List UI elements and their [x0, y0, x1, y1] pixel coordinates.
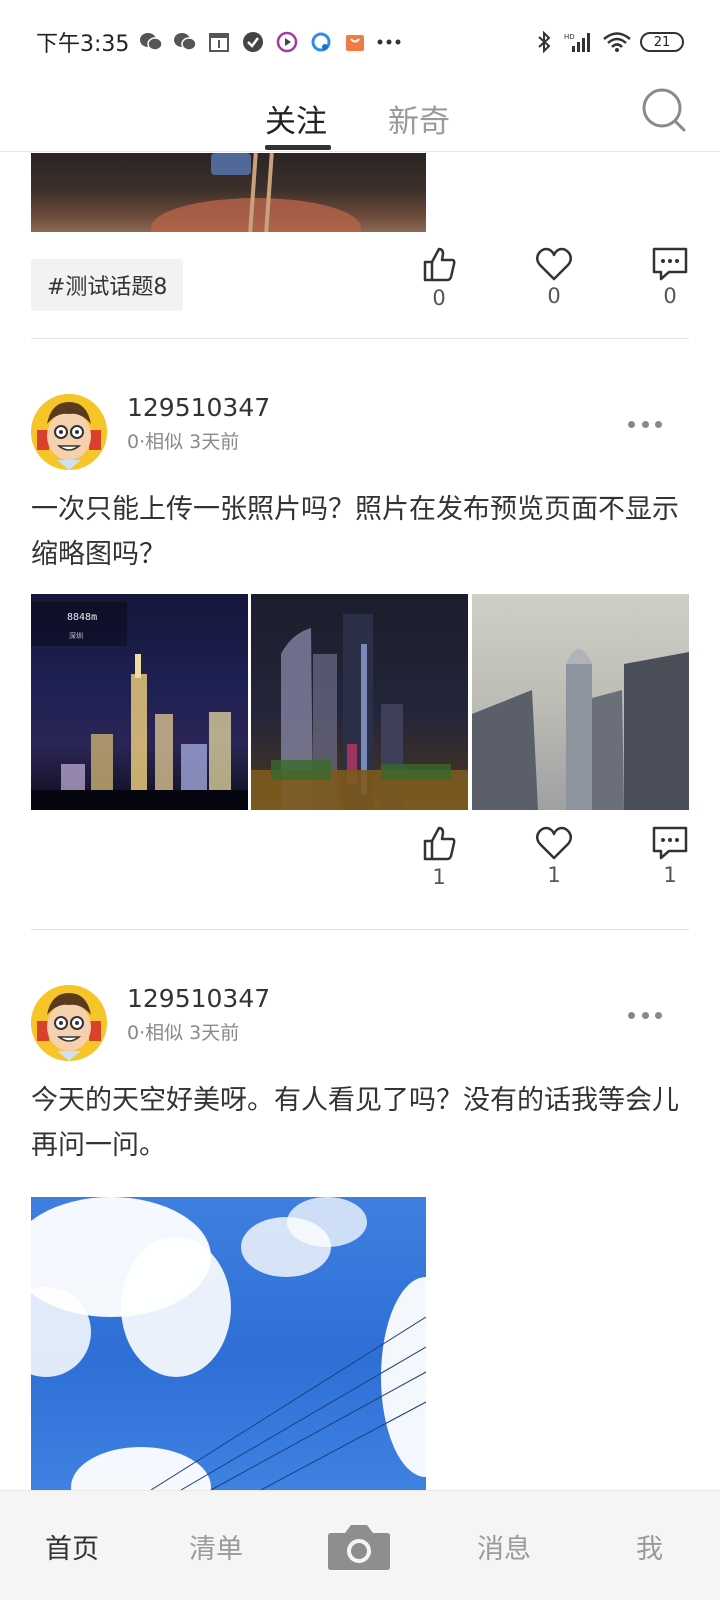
like-button[interactable]: 0 — [409, 246, 469, 310]
thumbs-up-icon — [423, 826, 456, 861]
svg-text:HD: HD — [564, 33, 575, 41]
heart-icon — [536, 826, 572, 860]
nav-me[interactable]: 我 — [636, 1491, 663, 1600]
signal-icon: HD — [564, 30, 594, 54]
post-text: 今天的天空好美呀。有人看见了吗？没有的话我等会儿再问一问。 — [31, 1085, 679, 1161]
top-tab-bar: 关注 新奇 — [0, 84, 720, 152]
more-options-button[interactable] — [628, 1008, 662, 1022]
post-photo[interactable] — [472, 594, 689, 810]
status-time: 下午3:35 — [36, 32, 130, 57]
username[interactable]: 129510347 — [127, 984, 270, 1013]
username[interactable]: 129510347 — [127, 393, 270, 422]
avatar[interactable] — [31, 394, 107, 470]
avatar-illustration — [31, 394, 107, 470]
svg-text:深圳: 深圳 — [69, 631, 83, 640]
post-divider — [31, 338, 689, 339]
nav-messages[interactable]: 消息 — [477, 1491, 531, 1600]
nav-label: 清单 — [189, 1533, 243, 1565]
city-fog-photo — [472, 649, 689, 810]
more-icon — [628, 1011, 635, 1019]
status-indicators: HD 21 — [532, 30, 684, 54]
battery-level: 21 — [653, 34, 671, 50]
favorite-button[interactable]: 0 — [524, 246, 584, 308]
tab-new[interactable]: 新奇 — [388, 84, 450, 152]
active-tab-indicator — [265, 145, 331, 150]
wechat-icon — [139, 30, 164, 54]
post-photo[interactable]: 8848m 深圳 — [31, 594, 248, 810]
comment-count: 0 — [663, 284, 677, 308]
photo-phone-glow — [211, 153, 251, 175]
notification-icons — [139, 30, 401, 54]
thumbs-up-icon — [423, 247, 456, 282]
heart-icon — [536, 247, 572, 281]
like-count: 1 — [432, 865, 446, 889]
more-options-button[interactable] — [628, 417, 662, 431]
favorite-count: 0 — [547, 284, 561, 308]
like-button[interactable]: 1 — [409, 825, 469, 889]
more-icon-dot — [655, 420, 662, 428]
city-night-photo: 8848m 深圳 — [31, 602, 248, 810]
bottom-navigation: 首页 清单 消息 我 — [0, 1490, 720, 1600]
topic-tag[interactable]: #测试话题8 — [31, 259, 184, 311]
wifi-icon — [602, 30, 632, 54]
wechat-icon — [173, 30, 198, 54]
topic-tag-label: #测试话题8 — [47, 275, 168, 300]
post-photo[interactable] — [31, 1197, 426, 1490]
tab-label: 新奇 — [388, 103, 450, 140]
post-meta: 0·相似 3天前 — [127, 1022, 240, 1044]
nav-label: 消息 — [477, 1533, 531, 1565]
comment-count: 1 — [663, 863, 677, 887]
post-photo[interactable] — [31, 153, 426, 232]
comment-button[interactable]: 0 — [640, 246, 700, 308]
comment-button[interactable]: 1 — [640, 825, 700, 887]
post-meta: 0·相似 3天前 — [127, 431, 240, 453]
more-icon-dot — [655, 1011, 662, 1019]
battery-indicator: 21 — [640, 32, 684, 52]
feed[interactable]: #测试话题8 0 0 0 129510347 0·相似 3天前 一次只能上传一张… — [0, 153, 720, 1490]
video-app-icon — [275, 30, 299, 54]
camera-icon — [328, 1525, 390, 1570]
nav-home[interactable]: 首页 — [45, 1491, 99, 1600]
bluetooth-icon — [532, 30, 556, 54]
status-bar: 下午3:35 HD 21 — [0, 0, 720, 84]
favorite-button[interactable]: 1 — [524, 825, 584, 887]
search-icon — [642, 88, 686, 132]
city-towers-photo — [251, 614, 468, 810]
more-notifications-icon — [377, 30, 401, 54]
post-photo[interactable] — [251, 594, 468, 810]
photo-plate-shape — [151, 198, 361, 232]
more-icon-dot — [641, 420, 649, 428]
nav-label: 我 — [636, 1533, 663, 1565]
calendar-icon — [207, 30, 231, 54]
more-icon — [628, 420, 635, 428]
more-icon-dot — [641, 1011, 649, 1019]
comment-icon — [652, 826, 688, 860]
favorite-count: 1 — [547, 863, 561, 887]
nav-label: 首页 — [45, 1533, 99, 1565]
post-text: 一次只能上传一张照片吗？照片在发布预览页面不显示缩略图吗？ — [31, 494, 679, 570]
check-circle-icon — [241, 30, 265, 54]
tab-label: 关注 — [265, 103, 327, 140]
avatar-illustration — [31, 985, 107, 1061]
nav-list[interactable]: 清单 — [189, 1491, 243, 1600]
shopping-app-icon — [343, 30, 367, 54]
comment-icon — [652, 247, 688, 281]
avatar[interactable] — [31, 985, 107, 1061]
svg-text:8848m: 8848m — [67, 612, 97, 623]
photo-power-lines — [150, 1316, 426, 1490]
search-button[interactable] — [640, 86, 688, 134]
camera-button[interactable] — [327, 1521, 391, 1571]
like-count: 0 — [432, 286, 446, 310]
post-divider — [31, 929, 689, 930]
tab-follow[interactable]: 关注 — [265, 84, 327, 152]
browser-app-icon — [309, 30, 333, 54]
